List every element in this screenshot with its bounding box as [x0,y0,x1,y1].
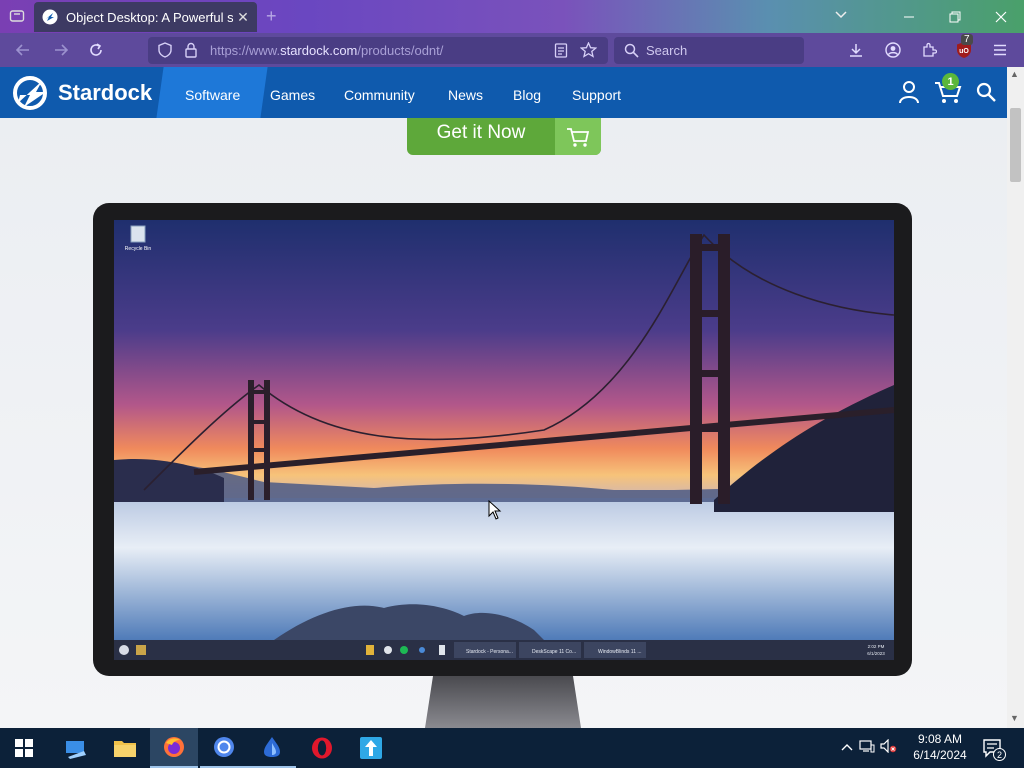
site-header: Stardock Software Games Community News B… [0,67,1007,118]
network-icon[interactable] [856,739,878,758]
inner-clock-date: 6/1/2023 [867,651,885,656]
recycle-bin-label: Recycle Bin [125,246,152,252]
reload-icon[interactable] [85,39,107,61]
golden-gate-wallpaper: Recycle Bin Stardock - Persona... DeskSc… [114,220,894,660]
get-it-now-label: Get it Now [436,122,526,143]
bookmark-star-icon[interactable] [579,41,598,63]
account-icon[interactable] [882,39,904,61]
tab-close-icon[interactable]: ✕ [233,9,253,26]
mouse-cursor-icon [488,499,502,525]
taskbar-desktop-app[interactable] [52,728,100,768]
stardock-logo[interactable]: Stardock [12,75,152,111]
inner-taskbar-window-2: DeskScape 11 Co... [532,649,576,655]
firefox-view-icon[interactable] [9,8,25,27]
cart-count-badge: 1 [942,73,959,90]
lock-icon[interactable] [184,42,198,63]
taskbar-stardock-app[interactable] [248,728,296,768]
tray-overflow-chevron-icon[interactable] [838,739,856,757]
search-input[interactable]: Search [614,37,804,64]
opera-icon [312,737,332,759]
windows-taskbar: 9:08 AM 6/14/2024 2 [0,728,1024,768]
stardock-favicon-icon [42,9,58,25]
extension-badge: 7 [961,34,973,45]
get-it-now-button[interactable]: Get it Now [407,118,601,155]
logo-text: Stardock [58,80,153,105]
new-tab-button[interactable]: + [266,6,277,27]
browser-navbar: https://www.stardock.com/products/odnt/ … [0,33,1024,67]
url-prefix: https://www. [210,43,281,58]
url-path: /products/odnt/ [357,43,444,58]
search-placeholder: Search [646,43,688,58]
taskbar-clock[interactable]: 9:08 AM 6/14/2024 [908,731,972,763]
recycle-bin-icon [130,225,146,243]
system-tray [838,728,900,768]
url-text[interactable]: https://www.stardock.com/products/odnt/ [210,43,443,58]
inner-clock-time: 2:02 PM [868,644,885,649]
taskbar-chrome[interactable] [200,728,248,768]
scrollbar-thumb[interactable] [1010,108,1021,182]
stardock-start11-icon [264,737,280,757]
scroll-up-icon[interactable]: ▲ [1010,69,1019,79]
taskbar-opera[interactable] [298,728,346,768]
nav-support[interactable]: Support [572,87,621,103]
site-search-icon[interactable] [976,82,996,107]
volume-muted-icon[interactable] [878,738,900,758]
inner-taskbar-window-1: Stardock - Persona... [466,649,513,655]
start-button[interactable] [0,728,48,768]
extensions-icon[interactable] [918,39,940,61]
url-bar[interactable]: https://www.stardock.com/products/odnt/ [148,37,608,64]
nav-community[interactable]: Community [344,87,415,103]
update-app-icon [360,737,382,759]
tab-title: Object Desktop: A Powerful suit [66,9,233,25]
folder-icon [114,741,136,757]
close-window-button[interactable] [978,0,1024,33]
reader-view-icon[interactable] [554,43,568,63]
nav-software[interactable]: Software [185,87,240,103]
desktop-screenshot: Recycle Bin Stardock - Persona... DeskSc… [114,220,894,660]
scroll-down-icon[interactable]: ▼ [1010,713,1019,723]
notification-count-badge: 2 [993,748,1006,761]
forward-arrow-icon[interactable] [50,39,72,61]
browser-titlebar: Object Desktop: A Powerful suit ✕ + [0,0,1024,33]
tracking-shield-icon[interactable] [157,42,173,63]
cart-icon [555,118,601,155]
search-icon [624,43,639,63]
nav-blog[interactable]: Blog [513,87,541,103]
svg-text:uO: uO [959,48,969,55]
tab-list-chevron-icon[interactable] [834,7,848,24]
inner-taskbar-window-3: WindowBlinds 11 ... [598,649,642,655]
url-domain: stardock.com [280,43,358,58]
downloads-icon[interactable] [845,39,867,61]
firefox-icon [164,737,184,757]
tab-object-desktop[interactable]: Object Desktop: A Powerful suit ✕ [34,2,257,32]
restore-button[interactable] [932,0,978,33]
nav-news[interactable]: News [448,87,483,103]
windows-logo-icon [15,739,33,757]
taskbar-update-app[interactable] [347,728,395,768]
taskbar-firefox[interactable] [150,728,198,768]
minimize-button[interactable] [886,0,932,33]
chrome-icon [214,737,234,757]
monitor-stand [425,676,581,728]
back-arrow-icon[interactable] [12,39,34,61]
menu-hamburger-icon[interactable] [989,39,1011,61]
clock-time: 9:08 AM [917,732,963,746]
stardock-logo-icon [13,76,47,110]
taskbar-file-explorer[interactable] [101,728,149,768]
desktop-app-icon [66,741,86,759]
nav-games[interactable]: Games [270,87,315,103]
user-account-icon[interactable] [898,80,920,109]
clock-date: 6/14/2024 [913,748,967,762]
